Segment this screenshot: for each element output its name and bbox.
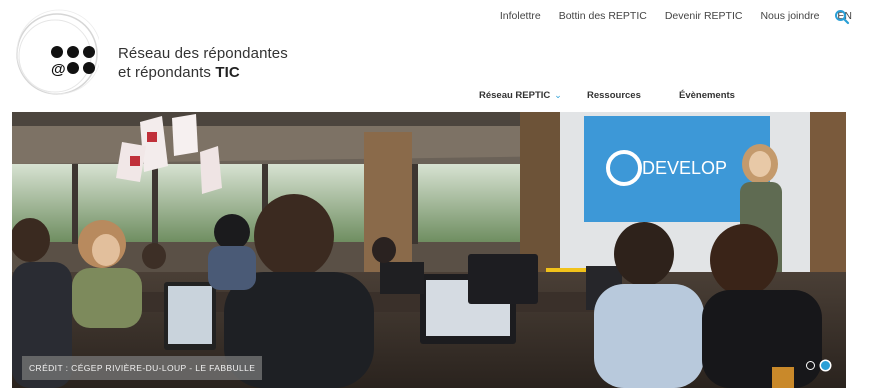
site-name-line-2-prefix: et répondants xyxy=(118,64,216,81)
utility-nav: Infolettre Bottin des REPTIC Devenir REP… xyxy=(482,10,852,22)
page-margin xyxy=(846,112,892,388)
hero-slider-image[interactable]: DEVELOP xyxy=(12,112,846,388)
nav-item-reseau-reptic[interactable]: Réseau REPTIC ⌄ xyxy=(479,90,562,101)
photo-credit-caption: CRÉDIT : CÉGEP RIVIÈRE-DU-LOUP - LE FABB… xyxy=(22,356,263,380)
nav-link-infolettre[interactable]: Infolettre xyxy=(500,10,541,22)
site-name-line-2: et répondants TIC xyxy=(118,63,288,82)
slider-dot-1[interactable] xyxy=(806,361,815,370)
site-name[interactable]: Réseau des répondantes et répondants TIC xyxy=(118,44,288,82)
nav-link-nous-joindre[interactable]: Nous joindre xyxy=(760,10,819,22)
page: @ Réseau des répondantes et répondants T… xyxy=(0,0,892,388)
site-logo-mark[interactable] xyxy=(11,8,102,96)
slider-dot-2[interactable] xyxy=(821,361,830,370)
site-name-line-1: Réseau des répondantes xyxy=(118,45,288,62)
site-name-line-2-bold: TIC xyxy=(215,64,240,81)
nav-link-bottin[interactable]: Bottin des REPTIC xyxy=(559,10,647,22)
search-button[interactable] xyxy=(834,9,850,25)
logo-at-symbol: @ xyxy=(51,61,66,78)
nav-item-reseau-reptic-label: Réseau REPTIC xyxy=(479,90,551,101)
nav-link-devenir[interactable]: Devenir REPTIC xyxy=(665,10,743,22)
site-header: @ Réseau des répondantes et répondants T… xyxy=(0,0,892,112)
chevron-down-icon: ⌄ xyxy=(554,90,562,100)
nav-item-evenements[interactable]: Évènements xyxy=(679,90,735,101)
classroom-photo: DEVELOP xyxy=(12,112,846,388)
search-icon xyxy=(835,10,850,25)
projector-screen-text: DEVELOP xyxy=(642,158,727,178)
slider-pagination xyxy=(806,361,830,370)
nav-item-ressources[interactable]: Ressources xyxy=(587,90,641,101)
